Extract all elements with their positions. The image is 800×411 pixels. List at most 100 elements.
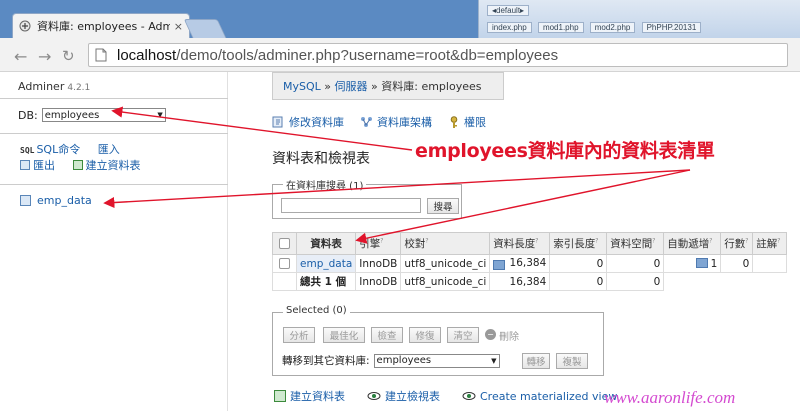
total-empty-cell [753, 273, 787, 291]
col-auto-increment-label: 自動遞增 [667, 238, 710, 250]
chevron-down-icon: ▼ [157, 111, 163, 119]
total-data-length: 16,384 [489, 272, 551, 291]
create-materialized-view-link[interactable]: Create materialized view [462, 388, 617, 404]
database-schema-link[interactable]: 資料庫架構 [360, 114, 432, 130]
back-arrow-icon[interactable]: ← [14, 47, 27, 66]
row-data-length[interactable]: 16,384 [489, 254, 551, 273]
tables-list: 資料表 引擎? 校對? 資料長度? 索引長度? 資料空間? 自動遞增? 行數? … [272, 232, 788, 291]
row-table-name[interactable]: emp_data [295, 254, 357, 273]
total-label: 總共 1 個 [295, 272, 357, 291]
analyze-button[interactable]: 分析 [283, 327, 315, 343]
breadcrumb-server[interactable]: 伺服器 [335, 80, 368, 93]
alter-table-icon[interactable] [493, 260, 506, 270]
row-index-length: 0 [549, 254, 608, 273]
alter-database-link[interactable]: 修改資料庫 [272, 114, 344, 130]
select-all-checkbox[interactable] [279, 238, 290, 249]
create-table-link[interactable]: 建立資料表 [86, 159, 141, 172]
edit-icon[interactable] [695, 257, 708, 268]
privileges-link[interactable]: 權限 [448, 114, 486, 130]
col-engine-label: 引擎 [359, 238, 381, 250]
sidebar-table-item[interactable]: emp_data [20, 194, 92, 207]
export-link[interactable]: 匯出 [33, 159, 55, 172]
edit-icon [272, 116, 283, 128]
sql-command-link[interactable]: SQL命令 [36, 143, 80, 156]
db-select[interactable]: employees ▼ [41, 108, 166, 122]
divider [0, 98, 228, 99]
check-button[interactable]: 檢查 [371, 327, 403, 343]
create-table-icon [72, 160, 83, 170]
col-engine[interactable]: 引擎? [355, 232, 402, 255]
address-bar[interactable]: localhost/demo/tools/adminer.php?usernam… [88, 43, 788, 67]
move-button[interactable]: 轉移 [522, 353, 550, 369]
section-heading: 資料表和檢視表 [272, 151, 370, 167]
breadcrumb-current: 資料庫: employees [381, 80, 482, 93]
browser-tab-active[interactable]: 資料庫: employees - Adm × [12, 13, 190, 38]
adminer-sidebar: Adminer 4.2.1 DB: employees ▼ SQL SQL命令 匯入… [0, 72, 228, 411]
background-window-strip: ◂default▸ index.php mod1.php mod2.php Ph… [478, 0, 800, 38]
search-input[interactable] [281, 198, 421, 213]
copy-button[interactable]: 複製 [556, 353, 588, 369]
annotation-callout: employees資料庫內的資料表清單 [415, 140, 715, 162]
drop-label[interactable]: 刪除 [499, 328, 519, 343]
row-comment [752, 254, 788, 273]
search-button[interactable]: 搜尋 [427, 198, 459, 214]
browser-tab-title: 資料庫: employees - Adm [37, 20, 170, 33]
url-path: /demo/tools/adminer.php?username=root&db… [176, 46, 559, 64]
alter-database-label: 修改資料庫 [289, 116, 344, 129]
col-data-free[interactable]: 資料空間? [606, 232, 665, 255]
col-comment[interactable]: 註解? [752, 232, 788, 255]
col-rows[interactable]: 行數? [720, 232, 754, 255]
truncate-button[interactable]: 清空 [447, 327, 479, 343]
create-table-bottom-label: 建立資料表 [290, 390, 345, 403]
brand-name[interactable]: Adminer [18, 80, 64, 93]
tab-close-icon[interactable]: × [174, 20, 183, 33]
table-total-row: 總共 1 個 InnoDB utf8_unicode_ci 16,384 0 0 [272, 272, 787, 291]
col-data-length[interactable]: 資料長度? [489, 232, 551, 255]
forward-arrow-icon[interactable]: → [38, 47, 51, 66]
browser-tabstrip: 資料庫: employees - Adm × ◂default▸ index.p… [0, 0, 800, 38]
view-eye-icon [367, 392, 381, 400]
optimize-button[interactable]: 最佳化 [323, 327, 365, 343]
breadcrumb-mysql[interactable]: MySQL [283, 80, 321, 93]
search-legend[interactable]: 在資料庫搜尋 (1) [283, 177, 367, 192]
col-data-length-label: 資料長度 [493, 238, 536, 250]
adminer-favicon-icon [19, 20, 31, 32]
drop-icon[interactable]: − [485, 329, 496, 340]
table-icon[interactable] [20, 195, 31, 206]
row-auto-increment-value: 1 [710, 257, 718, 270]
url-text: localhost/demo/tools/adminer.php?usernam… [117, 47, 558, 64]
col-index-length[interactable]: 索引長度? [549, 232, 608, 255]
sidebar-table-link[interactable]: emp_data [37, 194, 92, 207]
total-collation: utf8_unicode_ci [400, 272, 491, 291]
row-rows: 0 [720, 254, 754, 273]
total-index-length: 0 [549, 272, 608, 291]
row-auto-increment[interactable]: 1 [663, 254, 722, 273]
create-table-bottom-link[interactable]: 建立資料表 [274, 388, 345, 404]
adminer-brand: Adminer 4.2.1 [18, 80, 90, 93]
page-icon [95, 48, 107, 62]
watermark: www.aaronlife.com [604, 388, 736, 407]
col-collation[interactable]: 校對? [400, 232, 491, 255]
col-auto-increment[interactable]: 自動遞增? [663, 232, 722, 255]
create-view-label: 建立檢視表 [385, 390, 440, 403]
sql-icon: SQL [20, 146, 35, 155]
select-all-cell[interactable] [272, 232, 297, 255]
import-link[interactable]: 匯入 [98, 143, 120, 156]
reload-icon[interactable]: ↻ [62, 47, 75, 65]
create-view-link[interactable]: 建立檢視表 [367, 388, 440, 404]
repair-button[interactable]: 修復 [409, 327, 441, 343]
export-icon [20, 160, 30, 170]
col-data-free-label: 資料空間 [610, 238, 653, 250]
row-checkbox[interactable] [279, 258, 290, 269]
row-table-link[interactable]: emp_data [300, 258, 352, 270]
move-db-select[interactable]: employees ▼ [373, 353, 500, 368]
create-materialized-view-label: Create materialized view [480, 389, 618, 403]
url-host: localhost [117, 46, 177, 64]
schema-icon [361, 117, 372, 127]
db-label: DB: [18, 108, 38, 122]
row-checkbox-cell[interactable] [272, 254, 297, 273]
total-empty-cell [721, 273, 753, 291]
row-data-length-value: 16,384 [509, 257, 547, 269]
bg-window-tab: index.php [487, 22, 532, 33]
col-table[interactable]: 資料表 [295, 232, 357, 255]
